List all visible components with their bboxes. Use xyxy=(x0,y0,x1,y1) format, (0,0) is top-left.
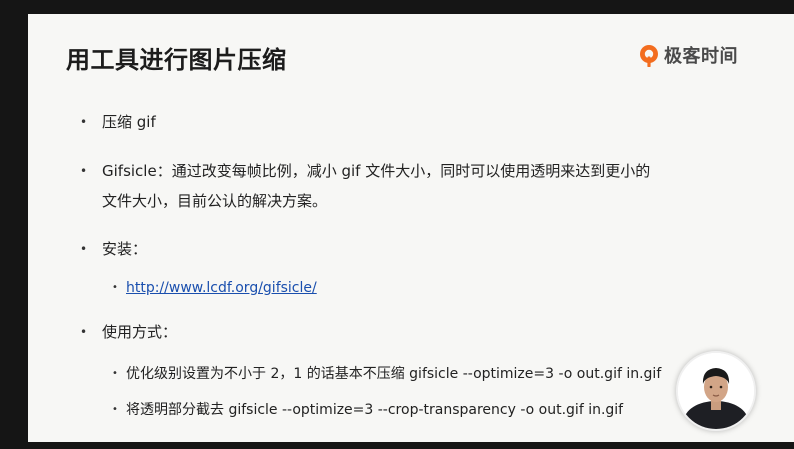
sub-bullet-dot-icon: • xyxy=(112,282,118,293)
bullet-text: 使用方式： xyxy=(102,323,178,341)
sub-bullet-dot-icon: • xyxy=(112,404,118,415)
presenter-avatar-icon xyxy=(678,353,754,429)
bullet-dot-icon: • xyxy=(80,325,88,339)
sub-bullet-item: • http://www.lcdf.org/gifsicle/ xyxy=(112,273,317,303)
bullet-text: 压缩 gif xyxy=(102,113,156,131)
sub-bullet-item: • 优化级别设置为不小于 2，1 的话基本不压缩 gifsicle --opti… xyxy=(112,359,661,389)
bullet-dot-icon: • xyxy=(80,115,88,129)
bullet-text: 将透明部分截去 gifsicle --optimize=3 --crop-tra… xyxy=(126,402,624,418)
sub-bullet-item: • 将透明部分截去 gifsicle --optimize=3 --crop-t… xyxy=(112,395,623,425)
bullet-item: • 压缩 gif xyxy=(80,107,156,137)
bullet-dot-icon: • xyxy=(80,164,88,178)
bullet-item: • Gifsicle：通过改变每帧比例，减小 gif 文件大小，同时可以使用透明… xyxy=(80,156,650,216)
bullet-item: • 安装： xyxy=(80,234,147,264)
bullet-dot-icon: • xyxy=(80,242,88,256)
bullet-text-line2: 文件大小，目前公认的解决方案。 xyxy=(102,192,328,210)
bullet-text: 安装： xyxy=(102,240,148,258)
gifsicle-link[interactable]: http://www.lcdf.org/gifsicle/ xyxy=(126,273,317,303)
video-frame: 用工具进行图片压缩 极客时间 • 压缩 gif • Gifsicle：通过改变每… xyxy=(0,0,794,449)
bullet-item: • 使用方式： xyxy=(80,317,177,347)
sub-bullet-dot-icon: • xyxy=(112,368,118,379)
bullet-text: 优化级别设置为不小于 2，1 的话基本不压缩 gifsicle --optimi… xyxy=(126,366,662,382)
presenter-avatar xyxy=(676,351,756,431)
bullet-text-line1: Gifsicle：通过改变每帧比例，减小 gif 文件大小，同时可以使用透明来达… xyxy=(102,162,651,180)
